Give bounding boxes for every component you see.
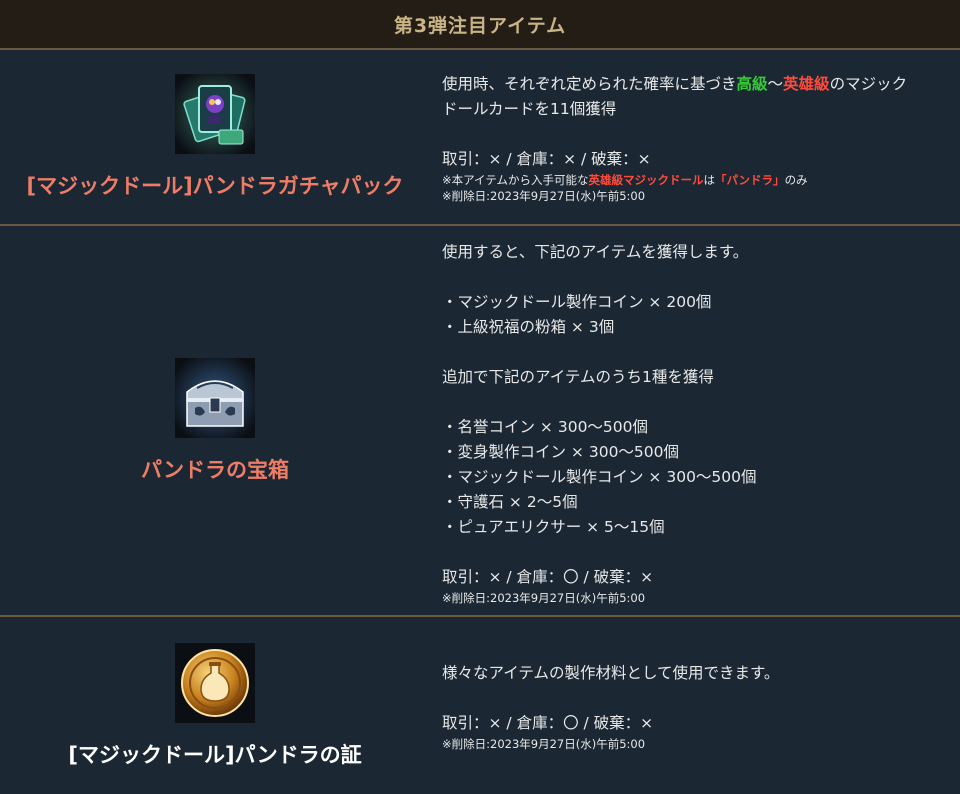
note-highlight: 英雄級マジックドール: [588, 173, 704, 187]
card-pack-icon: [175, 74, 255, 154]
description-text: 追加で下記のアイテムのうち1種を獲得: [442, 368, 714, 386]
list-item: ・ピュアエリクサー × 5〜15個: [442, 518, 665, 536]
note-part: のみ: [784, 173, 808, 187]
list-item: ・守護石 × 2〜5個: [442, 493, 578, 511]
delete-date: ※削除日:2023年9月27日(水)午前5:00: [442, 737, 646, 751]
item-summary: パンドラの宝箱: [0, 226, 430, 615]
list-item: ・マジックドール製作コイン × 200個: [442, 293, 712, 311]
note-part: ※本アイテムから入手可能な: [442, 173, 589, 187]
item-row: パンドラの宝箱 使用すると、下記のアイテムを獲得します。 ・マジックドール製作コ…: [0, 226, 960, 617]
list-item: ・変身製作コイン × 300〜500個: [442, 443, 680, 461]
tilde: 〜: [767, 75, 784, 93]
description-text: 様々なアイテムの製作材料として使用できます。: [442, 664, 780, 682]
list-item: ・上級祝福の粉箱 × 3個: [442, 318, 615, 336]
description-part: 使用時、それぞれ定められた確率に基づき: [442, 75, 737, 93]
item-description: 使用すると、下記のアイテムを獲得します。 ・マジックドール製作コイン × 200…: [430, 226, 960, 615]
item-row: [マジックドール]パンドラの証 様々なアイテムの製作材料として使用できます。 取…: [0, 617, 960, 794]
delete-date: ※削除日:2023年9月27日(水)午前5:00: [442, 591, 646, 605]
description-text: 使用すると、下記のアイテムを獲得します。: [442, 243, 749, 261]
item-name: [マジックドール]パンドラの証: [68, 742, 362, 767]
note-part: は: [703, 173, 715, 187]
description-part: のマジック: [829, 75, 908, 93]
item-description: 使用時、それぞれ定められた確率に基づき高級〜英雄級のマジック ドールカードを11…: [430, 50, 960, 224]
item-row: [マジックドール]パンドラガチャパック 使用時、それぞれ定められた確率に基づき高…: [0, 50, 960, 226]
gold-coin-icon: [175, 642, 255, 723]
grade-high: 高級: [736, 75, 768, 93]
item-name: パンドラの宝箱: [140, 457, 290, 482]
section-header: 第3弾注目アイテム: [0, 0, 960, 50]
item-description: 様々なアイテムの製作材料として使用できます。 取引：× / 倉庫：〇 / 破棄：…: [430, 617, 960, 794]
item-name: [マジックドール]パンドラガチャパック: [26, 174, 404, 198]
treasure-chest-icon: [175, 357, 255, 438]
trade-info: 取引：× / 倉庫：× / 破棄：×: [442, 150, 651, 168]
item-summary: [マジックドール]パンドラガチャパック: [0, 50, 430, 224]
description-text: ドールカードを11個獲得: [442, 100, 617, 118]
note-highlight: 「パンドラ」: [714, 173, 785, 187]
description-text: 使用時、それぞれ定められた確率に基づき高級〜英雄級のマジック: [442, 72, 960, 97]
list-item: ・マジックドール製作コイン × 300〜500個: [442, 468, 757, 486]
trade-info: 取引：× / 倉庫：〇 / 破棄：×: [442, 714, 654, 732]
trade-info: 取引：× / 倉庫：〇 / 破棄：×: [442, 568, 654, 586]
delete-date: ※削除日:2023年9月27日(水)午前5:00: [442, 189, 646, 203]
item-summary: [マジックドール]パンドラの証: [0, 617, 430, 794]
note-text: ※本アイテムから入手可能な英雄級マジックドールは「パンドラ」のみ: [442, 172, 960, 188]
list-item: ・名誉コイン × 300〜500個: [442, 418, 649, 436]
grade-hero: 英雄級: [783, 75, 830, 93]
section-title: 第3弾注目アイテム: [393, 14, 567, 37]
